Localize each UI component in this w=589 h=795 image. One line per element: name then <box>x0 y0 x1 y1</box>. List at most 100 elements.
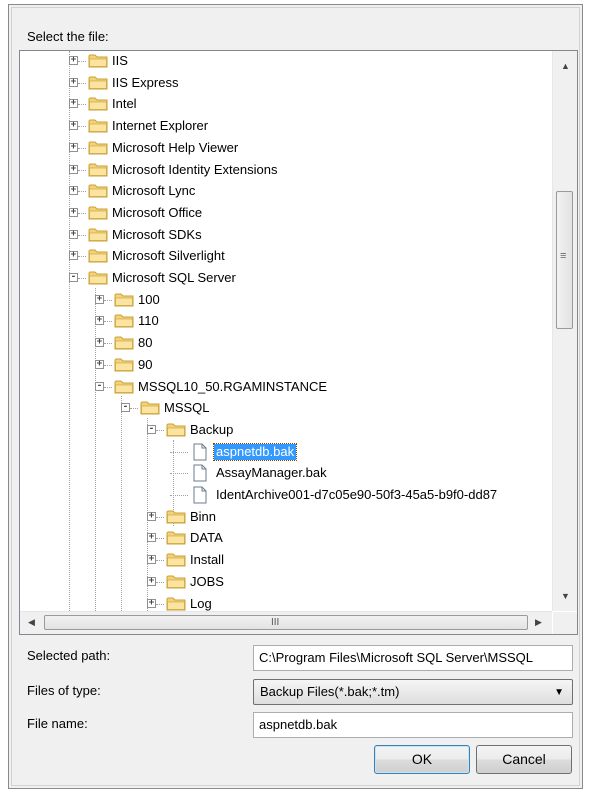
expand-icon[interactable]: + <box>95 359 104 369</box>
expand-icon[interactable]: + <box>147 533 156 543</box>
file-icon <box>192 443 208 464</box>
file-name-input[interactable]: aspnetdb.bak <box>253 712 573 738</box>
tree-guide-line <box>78 212 86 214</box>
folder-tree[interactable]: + IIS + IIS Express + Intel + Internet Explorer… <box>19 50 578 635</box>
tree-file-item[interactable]: AssayManager.bak <box>20 463 552 485</box>
tree-folder-item[interactable]: + Binn <box>20 507 552 529</box>
expand-icon[interactable]: + <box>69 77 78 87</box>
expand-icon[interactable]: + <box>69 229 78 239</box>
expand-icon[interactable]: + <box>69 251 78 261</box>
tree-folder-item[interactable]: +110 <box>20 311 552 333</box>
tree-guide-line <box>156 538 164 540</box>
expand-icon[interactable]: + <box>69 121 78 131</box>
tree-guide-line <box>156 581 164 583</box>
tree-folder-item[interactable]: + IIS <box>20 51 552 73</box>
tree-item-label: IIS <box>112 53 128 68</box>
tree-folder-item[interactable]: + Internet Explorer <box>20 116 552 138</box>
vertical-scroll-thumb[interactable]: ≡ <box>556 191 573 329</box>
tree-folder-item[interactable]: + Microsoft Lync <box>20 181 552 203</box>
tree-file-item[interactable]: IdentArchive001-d7c05e90-50f3-45a5-b9f0-… <box>20 485 552 507</box>
tree-guide-line <box>78 169 86 171</box>
tree-folder-item[interactable]: +100 <box>20 290 552 312</box>
folder-icon <box>166 573 186 593</box>
expand-icon[interactable]: + <box>147 576 156 586</box>
expand-icon[interactable]: + <box>69 56 78 65</box>
folder-icon <box>166 421 186 441</box>
tree-folder-item[interactable]: + Log <box>20 594 552 612</box>
expand-icon[interactable]: + <box>95 294 104 304</box>
expand-icon[interactable]: + <box>95 338 104 348</box>
tree-folder-item[interactable]: + Microsoft Identity Extensions <box>20 160 552 182</box>
tree-folder-item[interactable]: - Microsoft SQL Server <box>20 268 552 290</box>
tree-item-label: Log <box>190 595 212 611</box>
tree-view-area[interactable]: + IIS + IIS Express + Intel + Internet Explorer… <box>20 51 552 611</box>
tree-guide-line <box>104 386 112 388</box>
file-icon <box>192 464 208 485</box>
collapse-icon[interactable]: - <box>69 273 78 282</box>
expand-icon[interactable]: + <box>147 598 156 608</box>
cancel-button[interactable]: Cancel <box>476 745 572 774</box>
tree-item-label: DATA <box>190 530 223 546</box>
folder-icon <box>140 399 160 419</box>
folder-icon <box>114 356 134 376</box>
tree-folder-item[interactable]: +90 <box>20 355 552 377</box>
files-of-type-dropdown[interactable]: Backup Files(*.bak;*.tm) ▼ <box>253 679 573 705</box>
tree-folder-item[interactable]: - Backup <box>20 420 552 442</box>
vertical-scrollbar[interactable]: ▲ ≡ ▼ <box>552 51 577 611</box>
folder-icon <box>166 595 186 612</box>
tree-item-label: Internet Explorer <box>112 118 209 134</box>
collapse-icon[interactable]: - <box>147 424 156 434</box>
expand-icon[interactable]: + <box>69 207 78 217</box>
folder-icon <box>88 247 108 267</box>
expand-icon[interactable]: + <box>95 316 104 326</box>
ok-button[interactable]: OK <box>374 745 470 774</box>
folder-icon <box>166 529 186 549</box>
expand-icon[interactable]: + <box>69 142 78 152</box>
tree-folder-item[interactable]: - MSSQL <box>20 398 552 420</box>
tree-item-label: AssayManager.bak <box>216 465 327 481</box>
tree-item-label: MSSQL <box>164 400 210 416</box>
expand-icon[interactable]: + <box>147 555 156 565</box>
tree-guide-line <box>104 299 112 301</box>
scroll-down-arrow-icon[interactable]: ▼ <box>561 591 570 601</box>
tree-guide-line <box>78 256 86 258</box>
tree-folder-item[interactable]: + Install <box>20 550 552 572</box>
selected-path-label: Selected path: <box>27 648 111 663</box>
expand-icon[interactable]: + <box>147 511 156 521</box>
tree-file-item[interactable]: aspnetdb.bak <box>20 442 552 464</box>
tree-folder-item[interactable]: + DATA <box>20 528 552 550</box>
horizontal-scrollbar[interactable]: ◀ III ▶ <box>20 611 552 634</box>
selected-path-field[interactable]: C:\Program Files\Microsoft SQL Server\MS… <box>253 645 573 671</box>
tree-folder-item[interactable]: + Intel <box>20 94 552 116</box>
scroll-left-arrow-icon[interactable]: ◀ <box>28 617 35 628</box>
collapse-icon[interactable]: - <box>121 403 130 413</box>
file-icon <box>192 486 208 507</box>
expand-icon[interactable]: + <box>69 186 78 196</box>
tree-folder-item[interactable]: + Microsoft SDKs <box>20 225 552 247</box>
tree-folder-item[interactable]: + Microsoft Silverlight <box>20 246 552 268</box>
collapse-icon[interactable]: - <box>95 381 104 391</box>
expand-icon[interactable]: + <box>69 164 78 174</box>
scroll-right-arrow-icon[interactable]: ▶ <box>535 617 542 628</box>
folder-icon <box>166 551 186 571</box>
tree-item-label: Microsoft Silverlight <box>112 248 225 264</box>
tree-folder-item[interactable]: + IIS Express <box>20 73 552 95</box>
tree-item-label: 90 <box>138 356 153 372</box>
tree-folder-item[interactable]: - MSSQL10_50.RGAMINSTANCE <box>20 377 552 399</box>
tree-folder-item[interactable]: +80 <box>20 333 552 355</box>
scroll-up-arrow-icon[interactable]: ▲ <box>561 61 570 71</box>
tree-item-label: Microsoft SQL Server <box>112 270 236 285</box>
horizontal-scroll-thumb[interactable]: III <box>44 615 528 630</box>
tree-folder-item[interactable]: + Microsoft Office <box>20 203 552 225</box>
tree-folder-item[interactable]: + JOBS <box>20 572 552 594</box>
tree-item-label: Microsoft Office <box>112 204 203 220</box>
tree-item-label: Microsoft Help Viewer <box>112 139 239 155</box>
expand-icon[interactable]: + <box>69 99 78 109</box>
tree-item-label: Microsoft Identity Extensions <box>112 161 278 177</box>
folder-icon <box>88 269 108 289</box>
tree-item-label: 80 <box>138 335 153 351</box>
tree-item-label: aspnetdb.bak <box>212 442 298 461</box>
tree-folder-item[interactable]: + Microsoft Help Viewer <box>20 138 552 160</box>
folder-icon <box>114 378 134 398</box>
tree-item-label: Microsoft Lync <box>112 183 196 199</box>
